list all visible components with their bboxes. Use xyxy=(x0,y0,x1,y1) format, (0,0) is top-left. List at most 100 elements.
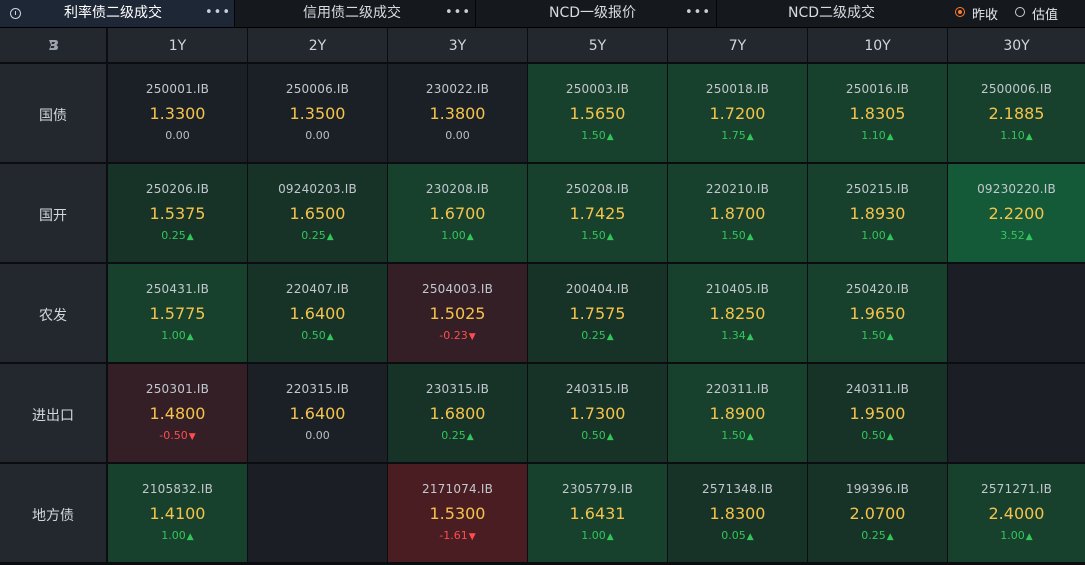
column-header-1y[interactable]: 1Y xyxy=(108,28,247,62)
arrow-up-icon: ▲ xyxy=(326,332,334,342)
yield-change: 0.05▲ xyxy=(668,529,807,542)
column-header-3y[interactable]: 3Y xyxy=(388,28,527,62)
bond-yield: 1.3500 xyxy=(289,104,346,123)
bond-quote-cell[interactable]: 250001.IB 1.3300 0.00 xyxy=(108,64,247,162)
bond-quote-cell[interactable]: 230208.IB 1.6700 1.00▲ xyxy=(388,164,527,262)
bond-quote-cell[interactable]: 250018.IB 1.7200 1.75▲ xyxy=(668,64,807,162)
radio-label: 估值 xyxy=(1032,8,1059,23)
radio-prev-close[interactable]: 昨收 xyxy=(955,6,1015,23)
arrow-down-icon: ▼ xyxy=(188,432,196,442)
column-header-7y[interactable]: 7Y xyxy=(668,28,807,62)
bond-quote-cell[interactable]: 2504003.IB 1.5025 -0.23▼ xyxy=(388,264,527,362)
bond-code: 250016.IB xyxy=(845,82,910,96)
bond-yield: 1.5650 xyxy=(569,104,626,123)
bond-quote-cell[interactable]: 220315.IB 1.6400 0.00 xyxy=(248,364,387,462)
bond-code: 250006.IB xyxy=(285,82,350,96)
bond-quote-cell[interactable]: 2171074.IB 1.5300 -1.61▼ xyxy=(388,464,527,562)
arrow-up-icon: ▲ xyxy=(606,432,614,442)
bond-quote-cell[interactable]: 250420.IB 1.9650 1.50▲ xyxy=(808,264,947,362)
bond-quote-cell[interactable]: 230315.IB 1.6800 0.25▲ xyxy=(388,364,527,462)
info-icon[interactable] xyxy=(10,8,21,19)
bond-quote-cell[interactable]: 250215.IB 1.8930 1.00▲ xyxy=(808,164,947,262)
tab-credit-bond-secondary[interactable]: 信用债二级成交 ••• xyxy=(236,0,476,27)
arrow-up-icon: ▲ xyxy=(886,332,894,342)
yield-change: 1.00▲ xyxy=(108,529,247,542)
bond-yield: 1.8300 xyxy=(709,504,766,523)
yield-change: 0.50▲ xyxy=(528,429,667,442)
arrow-down-icon: ▼ xyxy=(468,532,476,542)
column-header-label: 1Y xyxy=(168,38,187,54)
bond-quote-cell[interactable]: 09230220.IB 2.2200 3.52▲ xyxy=(948,164,1085,262)
yield-change: 0.25▲ xyxy=(388,429,527,442)
bond-quote-cell[interactable]: 220311.IB 1.8900 1.50▲ xyxy=(668,364,807,462)
yield-change-value: 1.50 xyxy=(581,129,606,142)
yield-change-value: 0.25 xyxy=(861,529,886,542)
bond-quote-cell[interactable]: 2571348.IB 1.8300 0.05▲ xyxy=(668,464,807,562)
tab-ncd-secondary[interactable]: NCD二级成交 xyxy=(718,0,948,27)
bond-quote-cell[interactable]: 230022.IB 1.3800 0.00 xyxy=(388,64,527,162)
bond-quote-cell[interactable]: 250016.IB 1.8305 1.10▲ xyxy=(808,64,947,162)
tab-rate-bond-secondary[interactable]: 利率债二级成交 ••• xyxy=(0,0,235,27)
bond-yield: 1.7300 xyxy=(569,404,626,423)
column-header-label: 2Y xyxy=(308,38,327,54)
yield-change: 0.25▲ xyxy=(808,529,947,542)
yield-change: 0.25▲ xyxy=(248,229,387,242)
bond-quote-cell[interactable]: 09240203.IB 1.6500 0.25▲ xyxy=(248,164,387,262)
arrow-up-icon: ▲ xyxy=(606,532,614,542)
column-header-5y[interactable]: 5Y xyxy=(528,28,667,62)
column-header-30y[interactable]: 30Y xyxy=(948,28,1085,62)
radio-valuation[interactable]: 估值 xyxy=(1015,6,1075,23)
bond-quote-cell[interactable]: 250206.IB 1.5375 0.25▲ xyxy=(108,164,247,262)
bond-code: 230022.IB xyxy=(425,82,490,96)
radio-dot-icon xyxy=(955,7,965,17)
yield-change: 0.50▲ xyxy=(808,429,947,442)
bond-code: 250215.IB xyxy=(845,182,910,196)
yield-change-value: 0.00 xyxy=(165,129,190,142)
bond-quote-cell[interactable]: 2500006.IB 2.1885 1.10▲ xyxy=(948,64,1085,162)
row-header-label: 农发 xyxy=(39,308,67,324)
more-options-icon[interactable]: ••• xyxy=(445,0,471,27)
bond-quote-cell[interactable]: 250301.IB 1.4800 -0.50▼ xyxy=(108,364,247,462)
bond-code: 250001.IB xyxy=(145,82,210,96)
yield-change: 1.50▲ xyxy=(528,129,667,142)
bond-quote-cell[interactable]: 250006.IB 1.3500 0.00 xyxy=(248,64,387,162)
yield-change-value: -0.23 xyxy=(439,329,468,342)
bond-code: 2571271.IB xyxy=(980,482,1053,496)
more-options-icon[interactable]: ••• xyxy=(205,0,231,27)
tab-ncd-primary-quote[interactable]: NCD一级报价 ••• xyxy=(477,0,717,27)
yield-change: 0.00 xyxy=(248,129,387,142)
yield-change: 0.25▲ xyxy=(108,229,247,242)
tab-label: 信用债二级成交 xyxy=(303,5,401,21)
bond-yield: 1.5025 xyxy=(429,304,486,323)
bond-quote-cell[interactable]: 220407.IB 1.6400 0.50▲ xyxy=(248,264,387,362)
bond-yield: 1.3800 xyxy=(429,104,486,123)
yield-change-value: 1.00 xyxy=(1000,529,1025,542)
bond-quote-cell[interactable]: 199396.IB 2.0700 0.25▲ xyxy=(808,464,947,562)
row-header: 国债 xyxy=(0,64,106,162)
bond-quote-cell[interactable]: 250208.IB 1.7425 1.50▲ xyxy=(528,164,667,262)
row-header: 国开 xyxy=(0,164,106,262)
bond-quote-cell[interactable]: 240315.IB 1.7300 0.50▲ xyxy=(528,364,667,462)
bond-quote-cell[interactable]: 200404.IB 1.7575 0.25▲ xyxy=(528,264,667,362)
bond-quote-cell[interactable]: 210405.IB 1.8250 1.34▲ xyxy=(668,264,807,362)
bond-quote-cell[interactable]: 2305779.IB 1.6431 1.00▲ xyxy=(528,464,667,562)
bond-quote-cell[interactable]: 2571271.IB 2.4000 1.00▲ xyxy=(948,464,1085,562)
bond-code: 250301.IB xyxy=(145,382,210,396)
column-header-10y[interactable]: 10Y xyxy=(808,28,947,62)
yield-change-value: 1.50 xyxy=(581,229,606,242)
bond-quote-cell[interactable]: 2105832.IB 1.4100 1.00▲ xyxy=(108,464,247,562)
more-options-icon[interactable]: ••• xyxy=(685,0,711,27)
column-header-2y[interactable]: 2Y xyxy=(248,28,387,62)
bond-quote-cell[interactable]: 240311.IB 1.9500 0.50▲ xyxy=(808,364,947,462)
bond-quote-cell[interactable]: 250003.IB 1.5650 1.50▲ xyxy=(528,64,667,162)
tab-label: NCD二级成交 xyxy=(788,5,876,21)
yield-change: -0.23▼ xyxy=(388,329,527,342)
bond-quote-cell[interactable]: 220210.IB 1.8700 1.50▲ xyxy=(668,164,807,262)
bond-quote-cell[interactable]: 250431.IB 1.5775 1.00▲ xyxy=(108,264,247,362)
bond-code: 199396.IB xyxy=(845,482,910,496)
yield-change-value: 1.50 xyxy=(721,229,746,242)
bond-yield: 2.4000 xyxy=(988,504,1045,523)
bond-code: 2171074.IB xyxy=(421,482,494,496)
arrow-up-icon: ▲ xyxy=(606,332,614,342)
bond-code: 210405.IB xyxy=(705,282,770,296)
